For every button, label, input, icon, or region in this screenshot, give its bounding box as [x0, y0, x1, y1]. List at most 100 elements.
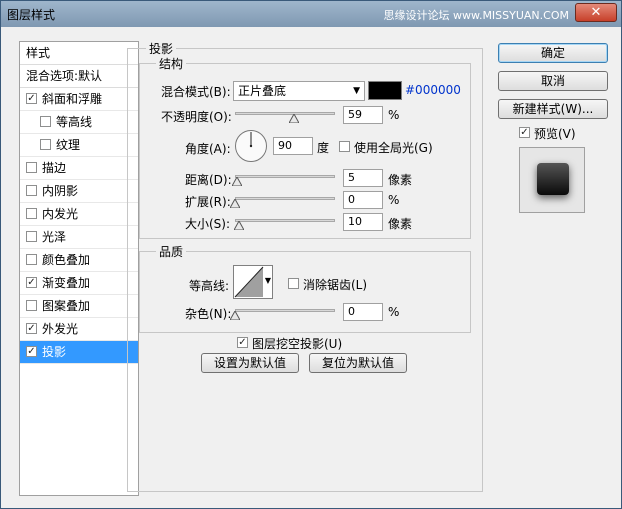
blend-mode-select[interactable]: 正片叠底 ▼: [233, 81, 365, 101]
style-item-label: 图案叠加: [42, 299, 91, 313]
style-item-checkbox[interactable]: ✓: [26, 277, 37, 288]
noise-label: 杂色(N):: [185, 307, 232, 321]
style-item-label: 描边: [42, 161, 67, 175]
style-item-checkbox[interactable]: [26, 231, 37, 242]
style-item-label: 渐变叠加: [42, 276, 91, 290]
blend-options-item[interactable]: 混合选项:默认: [20, 65, 138, 88]
angle-label: 角度(A):: [185, 142, 231, 156]
opacity-input[interactable]: 59: [343, 106, 383, 124]
preview-label[interactable]: 预览(V): [534, 125, 576, 142]
style-item[interactable]: 颜色叠加: [20, 249, 138, 272]
style-item-checkbox[interactable]: [26, 254, 37, 265]
shadow-color-swatch[interactable]: [368, 81, 402, 100]
style-item-checkbox[interactable]: [26, 208, 37, 219]
chevron-down-icon: ▼: [264, 276, 271, 285]
style-item-label: 斜面和浮雕: [42, 92, 103, 106]
angle-dial[interactable]: [234, 129, 268, 163]
style-item-checkbox[interactable]: [26, 162, 37, 173]
shadow-color-hex: #000000: [405, 83, 461, 97]
spread-slider-thumb[interactable]: [230, 199, 240, 208]
style-item-label: 投影: [42, 345, 67, 359]
knockout-checkbox[interactable]: ✓: [237, 337, 248, 348]
ok-button[interactable]: 确定: [498, 43, 608, 63]
style-item[interactable]: ✓ 渐变叠加: [20, 272, 138, 295]
noise-unit: %: [388, 305, 400, 319]
contour-label: 等高线:: [189, 279, 230, 293]
global-light-label[interactable]: 使用全局光(G): [354, 139, 433, 156]
global-light-checkbox[interactable]: [339, 141, 350, 152]
opacity-unit: %: [388, 108, 400, 122]
spread-label: 扩展(R):: [185, 195, 231, 209]
opacity-label: 不透明度(O):: [161, 110, 232, 124]
layer-style-dialog: 图层样式 思缘设计论坛 www.MISSYUAN.COM ✕ 样式 混合选项:默…: [0, 0, 622, 509]
styles-header[interactable]: 样式: [20, 42, 138, 65]
spread-value: 0: [348, 193, 355, 206]
style-item-checkbox[interactable]: [26, 185, 37, 196]
style-item[interactable]: 描边: [20, 157, 138, 180]
style-item-checkbox[interactable]: [40, 116, 51, 127]
chevron-down-icon: ▼: [353, 86, 360, 96]
antialias-label[interactable]: 消除锯齿(L): [303, 276, 367, 293]
new-style-button[interactable]: 新建样式(W)...: [498, 99, 608, 119]
antialias-checkbox[interactable]: [288, 278, 299, 289]
preview-swatch: [537, 163, 569, 195]
style-item[interactable]: ✓ 斜面和浮雕: [20, 88, 138, 111]
style-item[interactable]: 图案叠加: [20, 295, 138, 318]
make-default-button[interactable]: 设置为默认值: [201, 353, 299, 373]
style-item-label: 等高线: [56, 115, 93, 129]
style-item-checkbox[interactable]: ✓: [26, 346, 37, 357]
style-item[interactable]: 内发光: [20, 203, 138, 226]
knockout-label[interactable]: 图层挖空投影(U): [252, 335, 342, 352]
distance-value: 5: [348, 171, 355, 184]
style-item-label: 纹理: [56, 138, 81, 152]
style-item-label: 外发光: [42, 322, 79, 336]
size-value: 10: [348, 215, 362, 228]
structure-title: 结构: [156, 55, 187, 72]
blend-mode-label: 混合模式(B):: [161, 85, 231, 99]
style-item[interactable]: 内阴影: [20, 180, 138, 203]
opacity-value: 59: [348, 108, 362, 121]
size-slider-thumb[interactable]: [234, 221, 244, 230]
spread-slider[interactable]: [235, 197, 335, 200]
noise-slider-thumb[interactable]: [230, 311, 240, 320]
style-item[interactable]: ✓ 投影: [20, 341, 138, 364]
noise-slider[interactable]: [235, 309, 335, 312]
angle-input[interactable]: 90: [273, 137, 313, 155]
opacity-slider-thumb[interactable]: [289, 114, 299, 123]
distance-label: 距离(D):: [185, 173, 232, 187]
title-bar[interactable]: 图层样式 思缘设计论坛 www.MISSYUAN.COM ✕: [1, 1, 621, 27]
size-label: 大小(S):: [185, 217, 231, 231]
contour-picker[interactable]: ▼: [233, 265, 273, 299]
style-item[interactable]: ✓ 外发光: [20, 318, 138, 341]
distance-input[interactable]: 5: [343, 169, 383, 187]
cancel-button[interactable]: 取消: [498, 71, 608, 91]
window-title: 图层样式: [7, 8, 56, 22]
size-input[interactable]: 10: [343, 213, 383, 231]
noise-input[interactable]: 0: [343, 303, 383, 321]
style-item[interactable]: 等高线: [20, 111, 138, 134]
style-item[interactable]: 光泽: [20, 226, 138, 249]
style-item-checkbox[interactable]: [26, 300, 37, 311]
style-item-checkbox[interactable]: ✓: [26, 93, 37, 104]
style-item-checkbox[interactable]: [40, 139, 51, 150]
preview-checkbox[interactable]: ✓: [519, 127, 530, 138]
watermark-text: 思缘设计论坛 www.MISSYUAN.COM: [383, 9, 569, 22]
contour-linear-icon: [234, 266, 264, 298]
quality-title: 品质: [156, 243, 187, 260]
close-button[interactable]: ✕: [575, 3, 617, 22]
spread-unit: %: [388, 193, 400, 207]
style-item-checkbox[interactable]: ✓: [26, 323, 37, 334]
size-unit: 像素: [388, 217, 413, 231]
distance-slider[interactable]: [235, 175, 335, 178]
style-item-label: 光泽: [42, 230, 67, 244]
spread-input[interactable]: 0: [343, 191, 383, 209]
style-item-label: 颜色叠加: [42, 253, 91, 267]
angle-value: 90: [278, 139, 292, 152]
reset-default-button[interactable]: 复位为默认值: [309, 353, 407, 373]
blend-mode-value: 正片叠底: [238, 84, 287, 98]
size-slider[interactable]: [235, 219, 335, 222]
distance-slider-thumb[interactable]: [232, 177, 242, 186]
opacity-slider[interactable]: [235, 112, 335, 115]
style-preview-thumbnail: [519, 147, 585, 213]
style-item[interactable]: 纹理: [20, 134, 138, 157]
